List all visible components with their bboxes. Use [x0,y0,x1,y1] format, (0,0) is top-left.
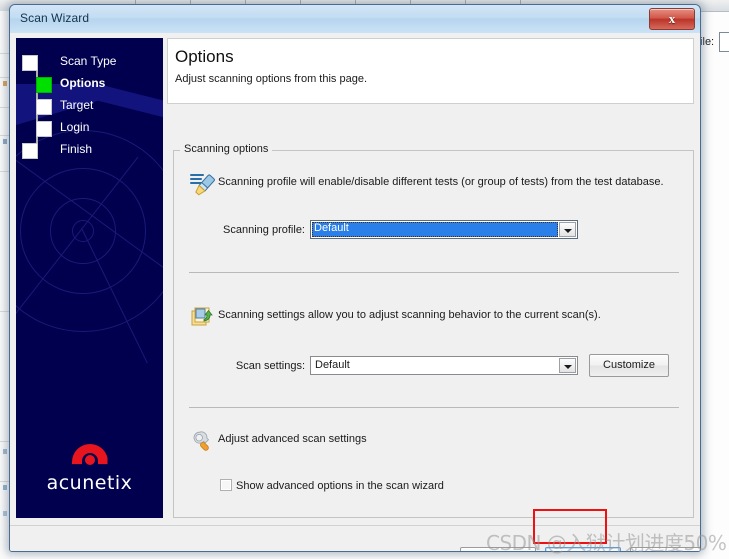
scan-settings-value: Default [315,359,350,371]
scanning-profile-description: Scanning profile will enable/disable dif… [218,176,664,188]
page-header: Options Adjust scanning options from thi… [167,38,694,104]
dialog-title: Scan Wizard [20,11,90,25]
page-title: Options [175,47,234,66]
wizard-step-list: Scan Type Options Target Login Finish [22,52,160,162]
chevron-down-icon[interactable] [559,222,576,237]
show-advanced-options-label: Show advanced options in the scan wizard [236,480,444,492]
dialog-body: Scan Type Options Target Login Finish ac… [10,33,700,551]
sidebar-step-label: Scan Type [60,54,117,68]
wizard-sidebar: Scan Type Options Target Login Finish ac… [16,38,163,518]
background-file-input[interactable] [719,32,729,52]
customize-button[interactable]: Customize [589,354,669,377]
back-button[interactable]: < Back [460,547,536,551]
sidebar-step-finish[interactable]: Finish [22,140,160,162]
step-marker-icon [22,143,38,159]
section-divider-2 [189,407,679,408]
step-marker-icon [22,55,38,71]
footer-separator [10,525,700,526]
wrench-icon [193,431,210,451]
sidebar-step-target[interactable]: Target [30,96,160,118]
sidebar-step-label: Options [60,76,106,90]
sidebar-step-label: Target [60,98,94,112]
scan-settings-description: Scanning settings allow you to adjust sc… [218,309,601,321]
scan-settings-label: Scan settings: [235,360,305,372]
sidebar-step-options[interactable]: Options [30,74,160,96]
step-marker-icon [36,121,52,137]
scanning-options-legend: Scanning options [180,143,273,155]
acunetix-logo: acunetix [16,444,163,494]
scanning-options-group [173,150,694,518]
step-marker-active-icon [36,77,52,93]
close-button[interactable]: x [649,8,695,30]
page-subtitle: Adjust scanning options from this page. [175,73,368,85]
acunetix-logo-icon [71,444,108,469]
advanced-settings-description: Adjust advanced scan settings [218,433,367,445]
next-button[interactable]: Next > [545,547,621,551]
show-advanced-options-checkbox-row[interactable]: Show advanced options in the scan wizard [220,479,444,492]
section-divider-1 [189,272,679,273]
sidebar-step-label: Finish [60,142,93,156]
scanning-profile-label: Scanning profile: [223,224,305,236]
acunetix-logo-text: acunetix [46,472,133,494]
sidebar-step-label: Login [60,120,90,134]
dialog-titlebar[interactable]: Scan Wizard x [10,5,700,34]
scan-settings-combobox[interactable]: Default [310,356,578,375]
scanning-profile-combobox[interactable]: Default [310,220,578,239]
sidebar-step-login[interactable]: Login [30,118,160,140]
checkbox-icon[interactable] [220,479,232,491]
step-marker-icon [36,99,52,115]
scanning-profile-value: Default [314,222,349,234]
scan-settings-icon [191,307,213,326]
sidebar-step-scan-type[interactable]: Scan Type [22,52,160,74]
cancel-button[interactable]: Cancel [630,547,700,551]
close-icon: x [668,11,676,26]
scanning-profile-icon [190,174,215,196]
scanning-profile-selection [312,222,558,237]
scan-wizard-dialog: Scan Wizard x Scan Type Options Target L… [9,4,701,552]
chevron-down-icon[interactable] [559,358,576,373]
